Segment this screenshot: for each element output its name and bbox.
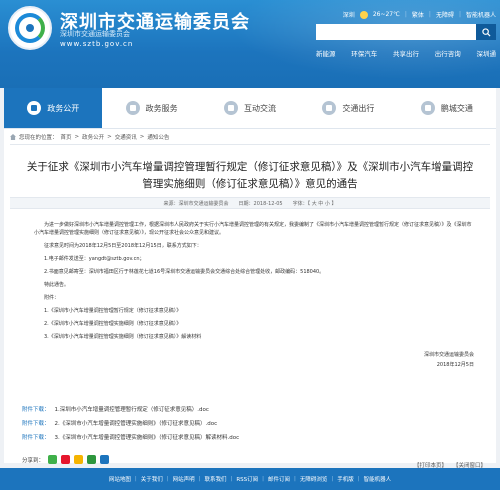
footer-link[interactable]: 无障碍浏览 bbox=[300, 475, 328, 483]
footer-link[interactable]: 智能机器人 bbox=[364, 475, 392, 483]
download-label: 附件下载： bbox=[22, 407, 50, 413]
qzone-icon[interactable] bbox=[74, 455, 84, 464]
wechat-icon[interactable] bbox=[48, 455, 58, 464]
footer-link[interactable]: 手机版 bbox=[337, 475, 354, 483]
font-size-switch[interactable]: 字体：【 大 中 小 】 bbox=[293, 200, 337, 207]
footer-link[interactable]: 关于我们 bbox=[141, 475, 163, 483]
article-panel: 您现在的位置： 首页 > 政务公开 > 交通资讯 > 通知公告 关于征求《深圳市… bbox=[4, 128, 496, 469]
attachments-heading: 附件： bbox=[44, 295, 60, 301]
nav-item-label: 鹏城交通 bbox=[440, 103, 473, 113]
nav-item-gov-open[interactable]: 政务公开 bbox=[4, 88, 103, 128]
search-button[interactable] bbox=[476, 24, 496, 40]
city-icon bbox=[420, 101, 435, 115]
service-icon bbox=[125, 101, 140, 115]
breadcrumb-gov-open[interactable]: 政务公开 bbox=[82, 133, 104, 141]
share-bar: 分享到： bbox=[22, 455, 110, 464]
site-logo[interactable] bbox=[8, 6, 52, 50]
main-nav: 政务公开 政务服务 互动交流 交通出行 鹏城交通 bbox=[4, 88, 496, 128]
site-header: 深圳市交通运输委员会 深圳市交通运输委员会 www.sztb.gov.cn 深圳… bbox=[0, 0, 500, 88]
footer-link[interactable]: RSS订阅 bbox=[236, 475, 258, 483]
breadcrumb-news[interactable]: 交通资讯 bbox=[115, 133, 137, 141]
paragraph: 为进一步做好深圳市小汽车增量调控管理工作，根据深圳市人民政府关于实行小汽车增量调… bbox=[34, 222, 472, 236]
download-label: 附件下载： bbox=[22, 435, 50, 441]
search-input[interactable] bbox=[316, 24, 476, 40]
breadcrumb: 您现在的位置： 首页 > 政务公开 > 交通资讯 > 通知公告 bbox=[10, 133, 169, 141]
share-label: 分享到： bbox=[22, 457, 45, 464]
mobile-link[interactable]: 智能机器人 bbox=[466, 10, 496, 19]
breadcrumb-prefix: 您现在的位置： bbox=[19, 135, 58, 141]
nav-item-label: 政务服务 bbox=[145, 103, 178, 113]
quicklinks: 新能源 环保汽车 共享出行 出行咨询 深圳通 bbox=[316, 48, 496, 58]
article-source: 来源：深圳市交通运输委员会 bbox=[163, 200, 229, 207]
paragraph: 2.书面意见邮寄至：深圳市福田区行于林莲花七道16号深圳市交通运输委员会交通综合… bbox=[44, 269, 325, 275]
quicklink-travel-consult[interactable]: 出行咨询 bbox=[435, 48, 461, 58]
quicklink-shenzhentong[interactable]: 深圳通 bbox=[477, 48, 497, 58]
article-meta: 来源：深圳市交通运输委员会 日期：2018-12-05 字体：【 大 中 小 】 bbox=[10, 197, 490, 209]
paragraph: 特此通告。 bbox=[44, 282, 70, 288]
home-icon bbox=[10, 134, 16, 140]
traditional-link[interactable]: 繁体 bbox=[412, 10, 424, 19]
downloads: 附件下载： 1.深圳市小汽车增量调控管理暂行规定（修订征求意见稿）.doc 附件… bbox=[22, 407, 239, 449]
temperature: 26~27℃ bbox=[372, 11, 400, 18]
paragraph: 征求意见时间为2018年12月5日至2018年12月15日，联系方式如下： bbox=[44, 243, 202, 249]
download-label: 附件下载： bbox=[22, 421, 50, 427]
download-row: 附件下载： 2.《深圳市小汽车增量调控管理实施细则》（修订征求意见稿）.doc bbox=[22, 421, 239, 428]
download-row: 附件下载： 1.深圳市小汽车增量调控管理暂行规定（修订征求意见稿）.doc bbox=[22, 407, 239, 414]
breadcrumb-notices[interactable]: 通知公告 bbox=[147, 133, 169, 141]
chat-icon bbox=[224, 101, 239, 115]
nav-item-city-traffic[interactable]: 鹏城交通 bbox=[398, 88, 496, 128]
download-row: 附件下载： 3.《深圳市小汽车增量调控管理实施细则》（修订征求意见稿）解读材料.… bbox=[22, 435, 239, 442]
nav-item-gov-service[interactable]: 政务服务 bbox=[102, 88, 200, 128]
article-signature: 深圳市交通运输委员会 bbox=[423, 352, 474, 358]
footer-link[interactable]: 网站地图 bbox=[109, 475, 131, 483]
weather-icon bbox=[359, 10, 368, 19]
travel-icon bbox=[322, 101, 337, 115]
download-link[interactable]: 2.《深圳市小汽车增量调控管理实施细则》（修订征求意见稿）.doc bbox=[55, 421, 218, 428]
nav-item-label: 互动交流 bbox=[244, 103, 277, 113]
breadcrumb-home[interactable]: 首页 bbox=[61, 133, 72, 141]
nav-item-label: 交通出行 bbox=[342, 103, 375, 113]
article-date: 日期：2018-12-05 bbox=[238, 200, 283, 207]
article-sign-date: 2018年12月5日 bbox=[436, 362, 474, 368]
doc-icon bbox=[27, 101, 42, 115]
footer-link[interactable]: 联系我们 bbox=[204, 475, 226, 483]
city-label: 深圳 bbox=[342, 12, 355, 19]
paragraph: 1.电子邮件发送至：yangdt@sztb.gov.cn； bbox=[44, 256, 145, 262]
search-icon bbox=[481, 27, 491, 37]
topbar: 深圳 26~27℃ | 繁体 | 无障碍 | 智能机器人 bbox=[342, 10, 496, 19]
article-title: 关于征求《深圳市小汽车增量调控管理暂行规定（修订征求意见稿）》及《深圳市小汽车增… bbox=[26, 161, 474, 190]
divider bbox=[10, 144, 490, 145]
nav-item-label: 政务公开 bbox=[47, 103, 80, 113]
search-bar bbox=[316, 24, 496, 40]
douban-icon[interactable] bbox=[87, 455, 97, 464]
article-body: 为进一步做好深圳市小汽车增量调控管理工作，根据深圳市人民政府关于实行小汽车增量调… bbox=[34, 221, 474, 371]
download-link[interactable]: 1.深圳市小汽车增量调控管理暂行规定（修订征求意见稿）.doc bbox=[55, 407, 209, 414]
footer-link[interactable]: 邮件订阅 bbox=[268, 475, 290, 483]
site-subtitle: 深圳市交通运输委员会 bbox=[60, 30, 130, 38]
footer-link[interactable]: 网站声明 bbox=[173, 475, 195, 483]
weibo-icon[interactable] bbox=[61, 455, 71, 464]
accessibility-link[interactable]: 无障碍 bbox=[436, 10, 454, 19]
footer-links: 网站地图 | 关于我们 | 网站声明 | 联系我们 | RSS订阅 | 邮件订阅 | 无障碍… bbox=[0, 468, 500, 490]
site-url: www.sztb.gov.cn bbox=[60, 40, 134, 48]
nav-item-interaction[interactable]: 互动交流 bbox=[201, 88, 299, 128]
quicklink-new-energy[interactable]: 新能源 bbox=[316, 48, 336, 58]
quicklink-eco-car[interactable]: 环保汽车 bbox=[351, 48, 377, 58]
more-icon[interactable] bbox=[100, 455, 110, 464]
attachment-item: 3.《深圳市小汽车增量调控管理实施细则（修订征求意见稿）》解读材料 bbox=[44, 334, 202, 340]
attachment-item: 1.《深圳市小汽车增量调控管理暂行规定（修订征求意见稿）》 bbox=[44, 308, 182, 314]
nav-item-travel[interactable]: 交通出行 bbox=[299, 88, 397, 128]
download-link[interactable]: 3.《深圳市小汽车增量调控管理实施细则》（修订征求意见稿）解读材料.doc bbox=[55, 435, 240, 442]
attachment-item: 2.《深圳市小汽车增量调控管理实施细则（修订征求意见稿）》 bbox=[44, 321, 182, 327]
quicklink-shared-travel[interactable]: 共享出行 bbox=[393, 48, 419, 58]
